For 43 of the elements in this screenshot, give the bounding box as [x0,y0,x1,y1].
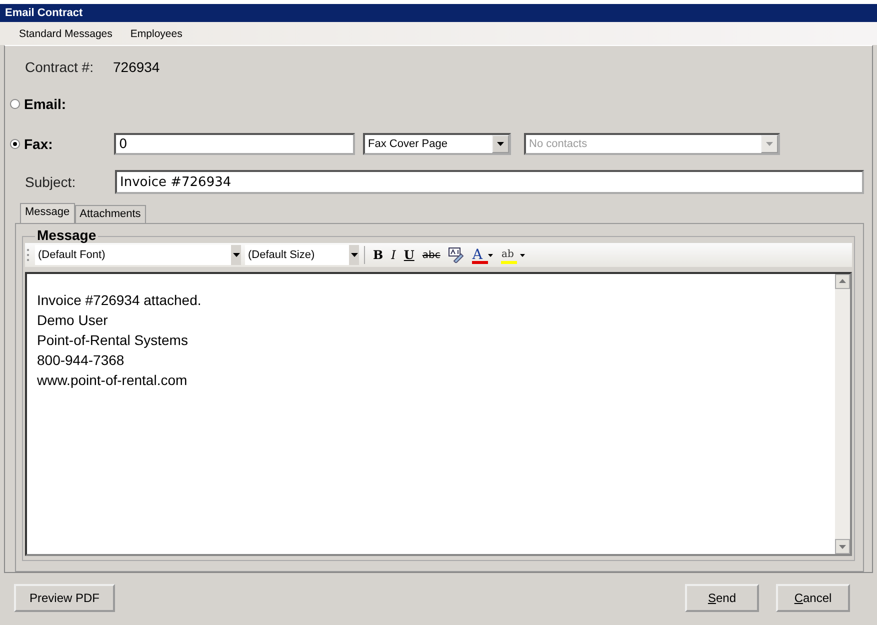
strikethrough-button[interactable]: abc [419,245,444,265]
preview-button[interactable]: Preview PDF [14,584,115,612]
send-button[interactable]: Send [685,584,759,612]
subject-label: Subject: [25,174,77,190]
contacts-dropdown: No contacts [524,133,780,155]
italic-button[interactable]: I [388,245,399,265]
size-dropdown[interactable]: (Default Size) [245,245,359,265]
window-title: Email Contract [0,4,877,22]
message-line: Demo User [37,311,109,330]
contract-number: 726934 [113,59,160,75]
grip-icon [27,248,30,262]
highlight-button[interactable]: ab [498,245,528,265]
message-line: Point-of-Rental Systems [37,331,189,350]
caret-icon [350,253,358,257]
subject-field[interactable]: Invoice #726934 [115,170,864,194]
radio-button[interactable]: Fax: [5,136,114,152]
scrollbar[interactable] [835,274,850,554]
bold-button[interactable]: B [370,245,386,265]
message-editor[interactable]: Invoice #726934 attached. Demo User Point-of-Rental Systems 800-944-7368 www.point-of-rental.com [25,272,852,556]
caret-icon [766,142,773,146]
underline-button[interactable]: U [400,245,418,265]
radio-button[interactable]: Email: [5,96,114,112]
font-dropdown[interactable]: (Default Font) [35,245,241,265]
scroll-up-icon [835,274,850,289]
cancel-button[interactable]: Cancel [776,584,850,612]
caret-icon [520,254,525,256]
message-line: 800-944-7368 [37,351,126,370]
tab[interactable]: Attachments [74,205,146,223]
tab[interactable]: Message [20,203,75,223]
cover-page-dropdown[interactable]: Fax Cover Page [363,133,511,155]
contract-label: Contract #: [25,59,94,75]
font-color-button[interactable]: A [469,245,496,265]
group-title: Message [35,227,98,243]
menu-item[interactable]: Standard Messages [19,28,112,40]
fax-number-field[interactable]: 0 [114,133,355,155]
message-line: www.point-of-rental.com [37,371,188,390]
message-line: Invoice #726934 attached. [37,291,202,310]
menu-item[interactable]: Employees [130,28,182,40]
caret-icon [232,253,240,257]
caret-icon [497,142,504,146]
scroll-down-icon [835,539,850,554]
spell-check-icon [448,247,464,263]
caret-icon [488,254,494,256]
